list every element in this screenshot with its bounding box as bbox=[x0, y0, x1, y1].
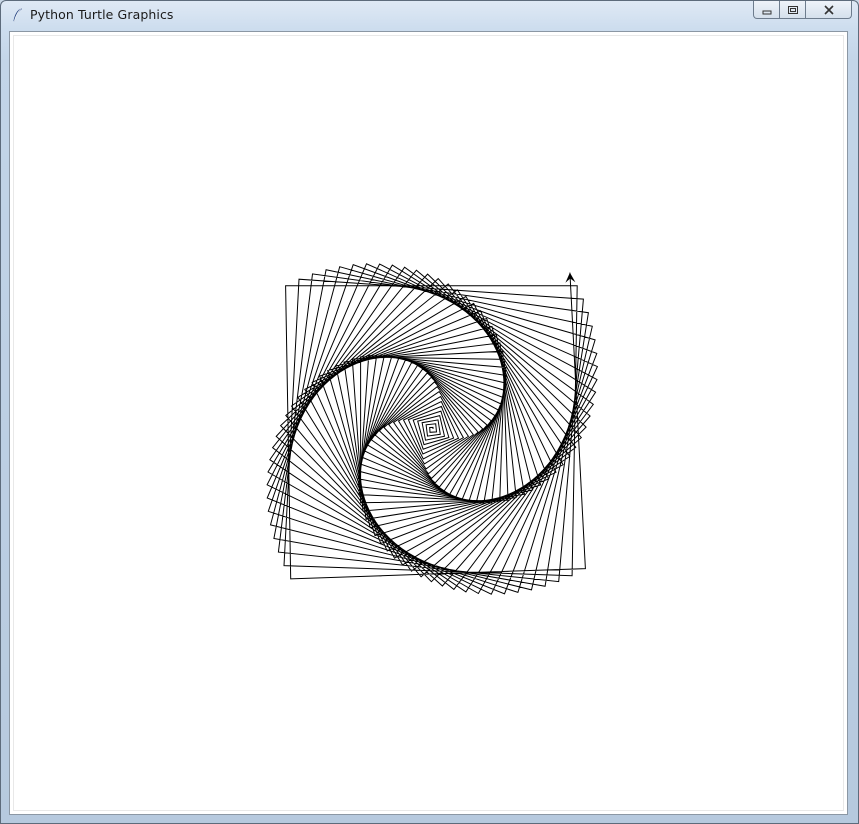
canvas-frame bbox=[9, 31, 848, 815]
window-title: Python Turtle Graphics bbox=[30, 7, 174, 22]
maximize-icon bbox=[787, 5, 798, 14]
turtle-canvas[interactable] bbox=[13, 35, 844, 811]
close-icon bbox=[823, 4, 834, 15]
minimize-icon bbox=[762, 10, 771, 14]
maximize-button[interactable] bbox=[780, 1, 806, 19]
drawing-svg bbox=[266, 263, 599, 595]
minimize-button[interactable] bbox=[753, 1, 780, 19]
feather-icon bbox=[13, 7, 22, 22]
spiral-path bbox=[266, 263, 599, 595]
turtle-window: Python Turtle Graphics bbox=[0, 0, 859, 824]
close-button[interactable] bbox=[806, 1, 852, 19]
caption-buttons bbox=[753, 1, 852, 21]
title-bar[interactable]: Python Turtle Graphics bbox=[1, 1, 858, 29]
